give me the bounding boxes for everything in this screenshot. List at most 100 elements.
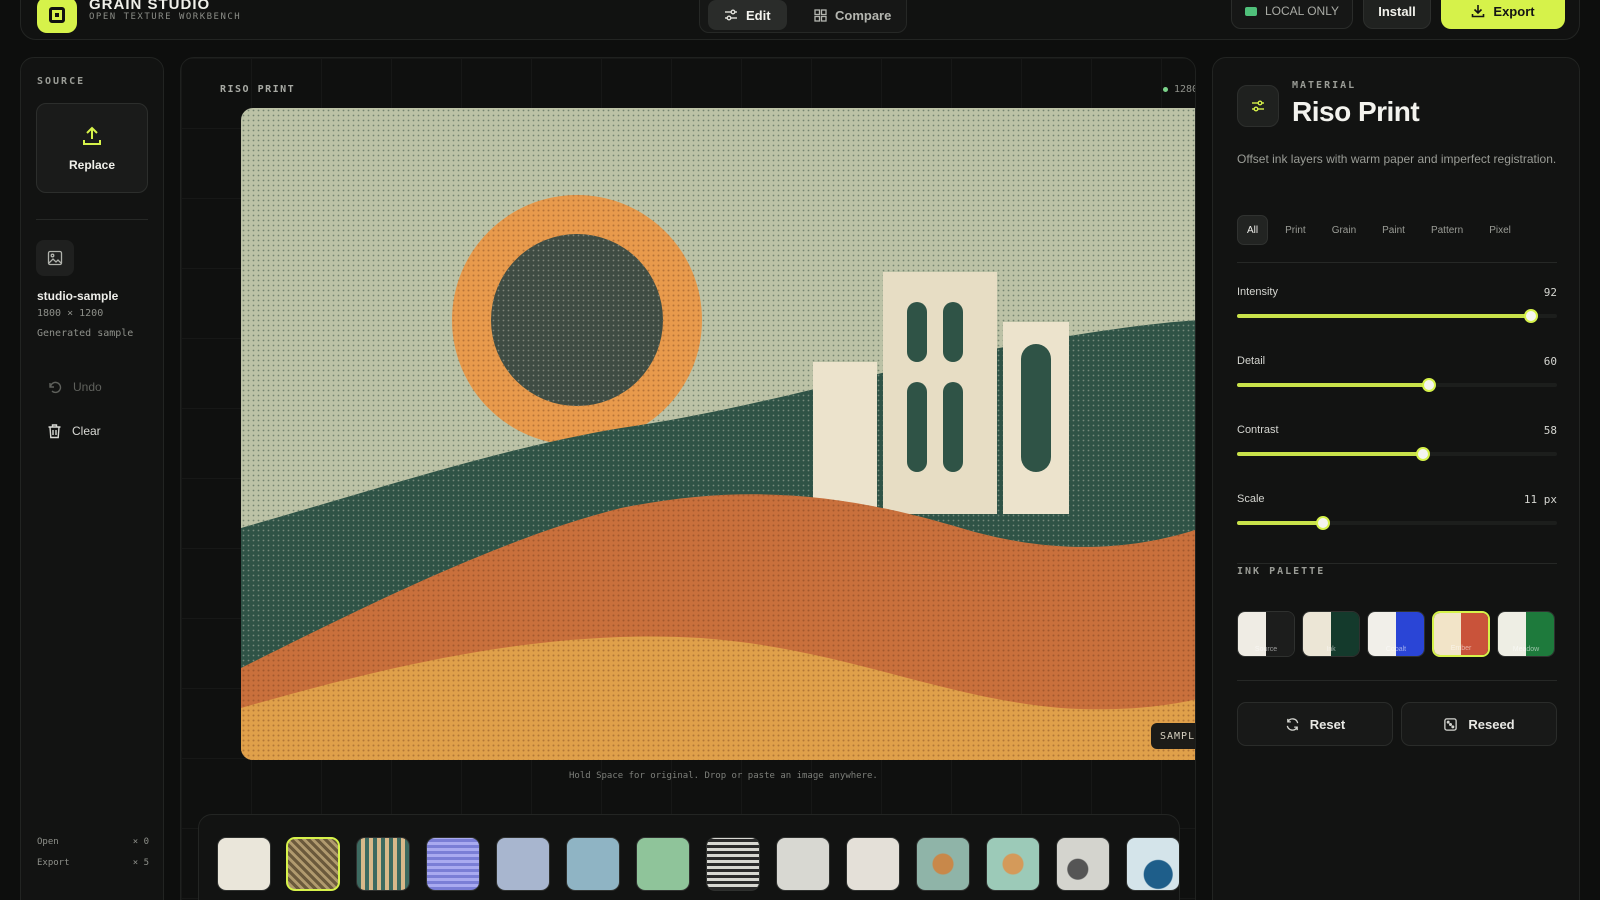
preset-thumbnail[interactable] bbox=[846, 837, 900, 891]
canvas-resolution: 1280 bbox=[1174, 84, 1196, 95]
undo-label: Undo bbox=[73, 380, 102, 394]
ink-divider bbox=[1237, 563, 1557, 564]
filter-pattern[interactable]: Pattern bbox=[1422, 215, 1472, 245]
intensity-label: Intensity bbox=[1237, 286, 1278, 298]
clear-button[interactable]: Clear bbox=[47, 423, 101, 439]
reset-label: Reset bbox=[1309, 716, 1346, 732]
upload-icon bbox=[83, 126, 101, 145]
undo-icon bbox=[49, 381, 62, 394]
material-description: Offset ink layers with warm paper and im… bbox=[1237, 152, 1557, 166]
scale-slider-handle[interactable] bbox=[1316, 516, 1331, 530]
status-dot-icon bbox=[1163, 87, 1168, 92]
filter-divider bbox=[1237, 262, 1557, 263]
preset-thumbnail[interactable] bbox=[426, 837, 480, 891]
material-title: Riso Print bbox=[1292, 96, 1420, 127]
export-button[interactable]: Export bbox=[1441, 0, 1565, 29]
local-only-badge: LOCAL ONLY bbox=[1231, 0, 1353, 29]
material-filters: All Print Grain Paint Pattern Pixel bbox=[1237, 215, 1520, 245]
filter-grain[interactable]: Grain bbox=[1323, 215, 1365, 245]
preset-thumbnail[interactable] bbox=[566, 837, 620, 891]
detail-value: 60 bbox=[1543, 355, 1557, 368]
preset-thumbnail[interactable] bbox=[286, 837, 340, 891]
contrast-value: 58 bbox=[1543, 424, 1557, 437]
filter-pixel[interactable]: Pixel bbox=[1480, 215, 1520, 245]
install-button[interactable]: Install bbox=[1363, 0, 1431, 29]
edit-mode-button[interactable]: Edit bbox=[708, 0, 787, 30]
app-logo-icon bbox=[37, 0, 77, 33]
undo-button[interactable]: Undo bbox=[47, 379, 102, 395]
stat-open: Open × 0 bbox=[37, 837, 149, 847]
swatch-ink[interactable]: Ink bbox=[1302, 611, 1360, 657]
detail-label: Detail bbox=[1237, 355, 1266, 367]
contrast-label: Contrast bbox=[1237, 424, 1279, 436]
top-bar: GRAIN STUDIO OPEN TEXTURE WORKBENCH Edit… bbox=[20, 0, 1580, 40]
preset-thumbnail[interactable] bbox=[356, 837, 410, 891]
intensity-slider[interactable] bbox=[1237, 309, 1557, 323]
detail-control: Detail 60 bbox=[1237, 355, 1557, 405]
reseed-button[interactable]: Reseed bbox=[1401, 702, 1557, 746]
preset-thumbnail[interactable] bbox=[986, 837, 1040, 891]
swatch-cobalt[interactable]: Cobalt bbox=[1367, 611, 1425, 657]
preset-thumbnail[interactable] bbox=[1126, 837, 1179, 891]
contrast-slider[interactable] bbox=[1237, 447, 1557, 461]
export-label: Export bbox=[1493, 3, 1535, 19]
preset-thumbnail[interactable] bbox=[706, 837, 760, 891]
detail-slider-fill bbox=[1237, 383, 1429, 387]
scale-slider[interactable] bbox=[1237, 516, 1557, 530]
preset-thumbnail[interactable] bbox=[217, 837, 271, 891]
replace-button[interactable]: Replace bbox=[36, 103, 148, 193]
replace-label: Replace bbox=[68, 158, 116, 172]
sliders-icon bbox=[725, 9, 737, 21]
detail-slider[interactable] bbox=[1237, 378, 1557, 392]
preset-strip bbox=[198, 814, 1180, 900]
swatch-label: Ink bbox=[1326, 646, 1336, 653]
intensity-control: Intensity 92 bbox=[1237, 286, 1557, 336]
local-only-label: LOCAL ONLY bbox=[1264, 4, 1340, 18]
material-sliders-icon bbox=[1237, 85, 1279, 127]
edit-mode-label: Edit bbox=[746, 7, 771, 23]
file-name: studio-sample bbox=[37, 289, 119, 303]
swatch-label: Ember bbox=[1450, 645, 1472, 652]
filter-paint[interactable]: Paint bbox=[1373, 215, 1414, 245]
detail-slider-handle[interactable] bbox=[1422, 378, 1436, 392]
preset-thumbnail[interactable] bbox=[916, 837, 970, 891]
reseed-label: Reseed bbox=[1468, 716, 1515, 732]
trash-icon bbox=[48, 424, 61, 439]
grid-icon bbox=[814, 8, 827, 22]
sample-tag: SAMPLE bbox=[1151, 723, 1195, 749]
scale-control: Scale 11 px bbox=[1237, 493, 1557, 543]
preset-thumbnail[interactable] bbox=[1056, 837, 1110, 891]
mode-switch: Edit Compare bbox=[699, 0, 907, 33]
preset-thumbnail[interactable] bbox=[636, 837, 690, 891]
file-note: Generated sample bbox=[37, 328, 134, 339]
filter-print[interactable]: Print bbox=[1276, 215, 1315, 245]
compare-mode-button[interactable]: Compare bbox=[798, 0, 907, 30]
local-status-icon bbox=[1244, 6, 1257, 16]
swatch-ember[interactable]: Ember bbox=[1432, 611, 1490, 657]
preset-thumbnail[interactable] bbox=[776, 837, 830, 891]
contrast-slider-handle[interactable] bbox=[1415, 447, 1430, 461]
reset-button[interactable]: Reset bbox=[1237, 702, 1393, 746]
swatch-label: Meadow bbox=[1512, 646, 1540, 653]
preview-image[interactable] bbox=[241, 108, 1195, 760]
contrast-control: Contrast 58 bbox=[1237, 424, 1557, 474]
swatch-meadow[interactable]: Meadow bbox=[1497, 611, 1555, 657]
stat-export-label: Export bbox=[37, 858, 70, 868]
stat-export: Export × 5 bbox=[37, 858, 149, 868]
ink-palette-label: INK PALETTE bbox=[1237, 566, 1326, 577]
refresh-icon bbox=[1286, 717, 1299, 731]
stat-export-value: × 5 bbox=[132, 858, 149, 868]
brand-tagline: OPEN TEXTURE WORKBENCH bbox=[89, 12, 242, 22]
scale-label: Scale bbox=[1237, 493, 1265, 505]
canvas-material-label: RISO PRINT bbox=[220, 84, 296, 95]
image-icon bbox=[36, 240, 74, 276]
intensity-slider-handle[interactable] bbox=[1524, 309, 1539, 323]
stat-open-value: × 0 bbox=[132, 837, 149, 847]
file-dimensions: 1800 × 1200 bbox=[37, 308, 104, 319]
stat-open-label: Open bbox=[37, 837, 59, 847]
download-icon bbox=[1472, 5, 1485, 18]
actions-divider bbox=[1237, 680, 1557, 681]
swatch-source[interactable]: Source bbox=[1237, 611, 1295, 657]
preset-thumbnail[interactable] bbox=[496, 837, 550, 891]
filter-all[interactable]: All bbox=[1237, 215, 1269, 245]
